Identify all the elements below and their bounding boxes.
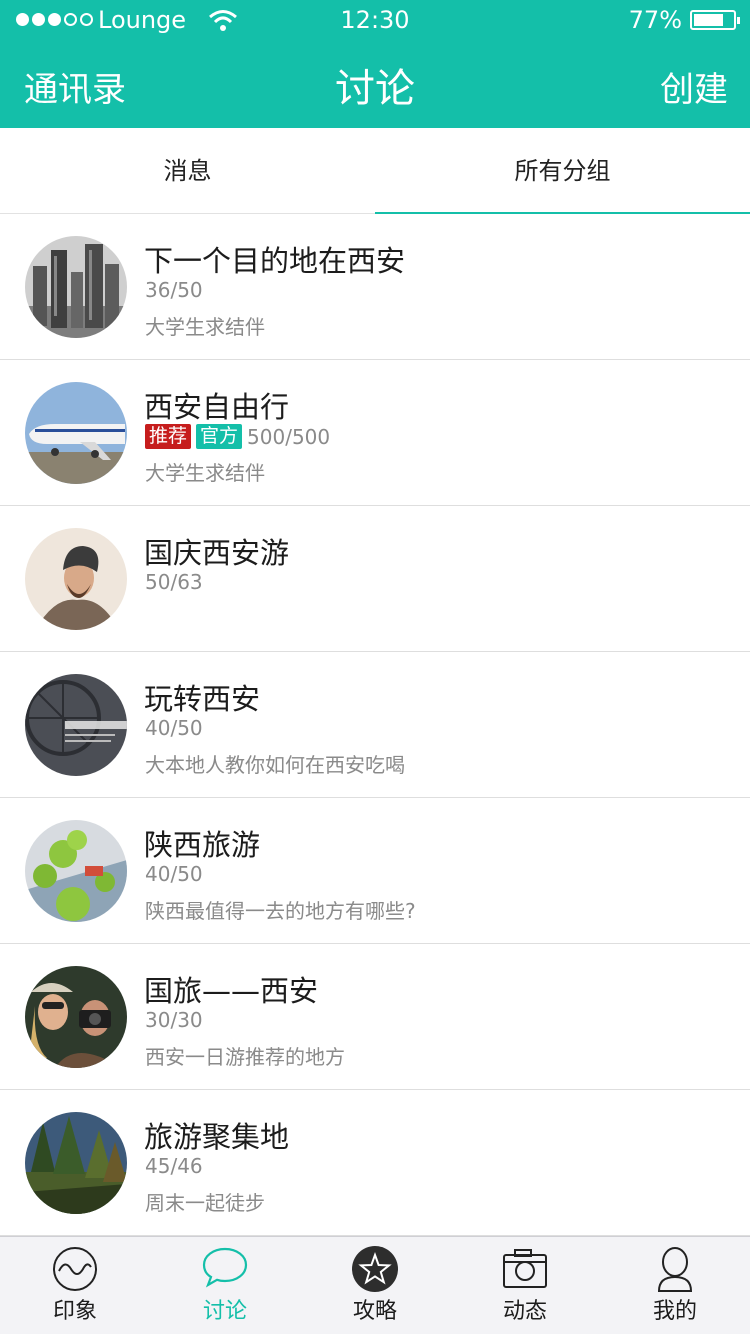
- wave-circle-icon: [53, 1247, 97, 1291]
- tabbar-label: 我的: [652, 1299, 697, 1324]
- tabbar-label: 攻略: [352, 1299, 397, 1324]
- member-count: 40/50: [145, 716, 203, 740]
- group-name: 玩转西安: [144, 682, 261, 716]
- ferris-wheel-avatar: [25, 674, 127, 776]
- group-name: 国旅——西安: [144, 974, 319, 1008]
- camera-icon: [503, 1249, 547, 1288]
- battery-icon: [690, 10, 740, 30]
- group-meta: 推荐 官方 500/500: [145, 424, 330, 449]
- list-item[interactable]: 西安自由行 推荐 官方 500/500 大学生求结伴: [0, 360, 750, 506]
- group-description: 大学生求结伴: [145, 315, 265, 339]
- member-count: 40/50: [145, 862, 203, 886]
- tabbar-label: 讨论: [202, 1299, 247, 1324]
- group-name: 国庆西安游: [144, 536, 290, 570]
- nav-bar: 通讯录 讨论 创建: [0, 40, 750, 128]
- tabbar-item-me[interactable]: 我的: [600, 1237, 750, 1334]
- group-meta: 40/50: [145, 862, 203, 886]
- bearded-man-avatar: [25, 528, 127, 630]
- group-meta: 30/30: [145, 1008, 203, 1032]
- tab-all-groups[interactable]: 所有分组: [375, 128, 750, 214]
- tabbar-item-impression[interactable]: 印象: [0, 1237, 150, 1334]
- tabbar-item-feed[interactable]: 动态: [450, 1237, 600, 1334]
- group-meta: 50/63: [145, 570, 203, 594]
- group-meta: 36/50: [145, 278, 203, 302]
- group-name: 西安自由行: [144, 390, 290, 424]
- list-item[interactable]: 旅游聚集地 45/46 周末一起徒步: [0, 1090, 750, 1236]
- tabbar-label: 印象: [52, 1299, 97, 1324]
- page-title: 讨论: [335, 66, 415, 112]
- group-name: 陕西旅游: [144, 828, 261, 862]
- group-description: 西安一日游推荐的地方: [145, 1045, 345, 1069]
- tabbar-item-guide[interactable]: 攻略: [300, 1237, 450, 1334]
- list-item[interactable]: 陕西旅游 40/50 陕西最值得一去的地方有哪些?: [0, 798, 750, 944]
- group-description: 大学生求结伴: [145, 461, 265, 485]
- tabbar-item-discussion[interactable]: 讨论: [150, 1237, 300, 1334]
- group-meta: 45/46: [145, 1154, 203, 1178]
- forest-avatar: [25, 1112, 127, 1214]
- tab-messages[interactable]: 消息: [0, 128, 375, 213]
- member-count: 36/50: [145, 278, 203, 302]
- status-bar: Lounge 12:30 77%: [0, 0, 750, 40]
- member-count: 30/30: [145, 1008, 203, 1032]
- bottom-tab-bar: 印象 讨论 攻略 动态 我的: [0, 1236, 750, 1334]
- battery-percent: 77%: [628, 6, 682, 34]
- group-name: 下一个目的地在西安: [144, 244, 406, 278]
- segment-tabs: 消息 所有分组: [0, 128, 750, 214]
- recommend-badge: 推荐: [145, 424, 192, 449]
- member-count: 50/63: [145, 570, 203, 594]
- list-item[interactable]: 国庆西安游 50/63: [0, 506, 750, 652]
- official-badge: 官方: [196, 424, 243, 449]
- toy-trees-avatar: [25, 820, 127, 922]
- member-count: 45/46: [145, 1154, 203, 1178]
- speech-bubble-icon: [202, 1247, 248, 1288]
- list-item[interactable]: 下一个目的地在西安 36/50 大学生求结伴: [0, 214, 750, 360]
- list-item[interactable]: 玩转西安 40/50 大本地人教你如何在西安吃喝: [0, 652, 750, 798]
- member-count: 500/500: [247, 424, 331, 449]
- create-button[interactable]: 创建: [660, 62, 728, 111]
- star-icon: [352, 1246, 398, 1292]
- city-skyline-avatar: [25, 236, 127, 338]
- person-icon: [657, 1247, 693, 1292]
- airplane-avatar: [25, 382, 127, 484]
- group-description: 大本地人教你如何在西安吃喝: [145, 753, 405, 777]
- list-item[interactable]: 国旅——西安 30/30 西安一日游推荐的地方: [0, 944, 750, 1090]
- group-description: 陕西最值得一去的地方有哪些?: [145, 899, 416, 923]
- tabbar-label: 动态: [502, 1299, 547, 1324]
- group-list: 下一个目的地在西安 36/50 大学生求结伴 西安自由行 推荐 官方 500/5…: [0, 214, 750, 1236]
- photographers-avatar: [25, 966, 127, 1068]
- group-name: 旅游聚集地: [144, 1120, 290, 1154]
- group-meta: 40/50: [145, 716, 203, 740]
- group-description: 周末一起徒步: [145, 1191, 265, 1215]
- app-header: Lounge 12:30 77% 通讯录 讨论 创建: [0, 0, 750, 128]
